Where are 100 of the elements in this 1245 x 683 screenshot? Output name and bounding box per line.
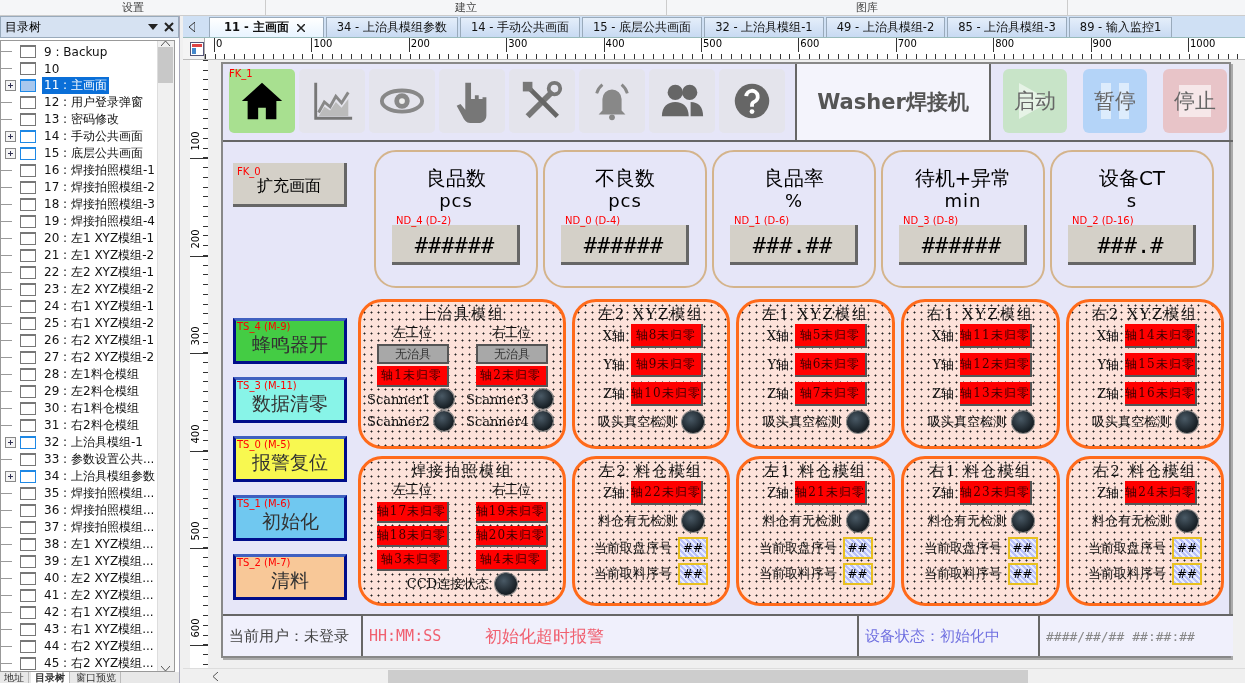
tree-item[interactable]: 37 : 焊接拍照模组...: [42, 519, 157, 536]
screen-tab[interactable]: 85 - 上治具模组-3: [947, 17, 1067, 37]
tree-item[interactable]: 38 : 左1 XYZ模组...: [42, 536, 156, 553]
panel-tab[interactable]: 窗口预览: [72, 672, 121, 683]
tree-item[interactable]: 26 : 右2 XYZ模组-1: [42, 332, 157, 349]
expand-toggle[interactable]: [5, 148, 16, 159]
indicator-lamp: [846, 411, 869, 433]
control-button[interactable]: 启动: [1003, 69, 1067, 133]
tree-item[interactable]: 10: [42, 61, 62, 76]
tree-item[interactable]: 45 : 右2 XYZ模组...: [42, 655, 156, 671]
tree-item[interactable]: 28 : 左1料仓模组: [42, 366, 141, 383]
tree-item[interactable]: 36 : 焊接拍照模组...: [42, 502, 157, 519]
axis-status-indicator: 轴13未归零: [960, 382, 1032, 406]
screen-tab[interactable]: 89 - 输入监控1: [1068, 17, 1173, 37]
tree-item[interactable]: 11 : 主画面: [42, 77, 109, 94]
numeric-display[interactable]: ###.##: [730, 225, 858, 265]
counter-label: 当前取盘序号: [594, 539, 672, 557]
screen-tab[interactable]: 14 - 手动公共画面: [459, 17, 580, 37]
tree-item[interactable]: 39 : 左1 XYZ模组...: [42, 553, 156, 570]
group-label: 建立: [455, 3, 477, 13]
tree-item[interactable]: 19 : 焊接拍照模组-4: [42, 213, 157, 230]
expand-toggle[interactable]: [5, 471, 16, 482]
dropdown-icon[interactable]: [148, 24, 158, 30]
tree-item[interactable]: 32 : 上治具模组-1: [42, 434, 145, 451]
axis-label: Z轴: [601, 385, 625, 403]
tree-item[interactable]: 17 : 焊接拍照模组-2: [42, 179, 157, 196]
screen-tab[interactable]: 49 - 上治具模组-2: [825, 17, 946, 37]
current-user: 当前用户：未登录: [229, 626, 349, 646]
tree-item[interactable]: 40 : 左2 XYZ模组...: [42, 570, 156, 587]
tree-item[interactable]: 23 : 左2 XYZ模组-2: [42, 281, 157, 298]
indicator-lamp: [495, 573, 518, 595]
axis-label: Z轴: [601, 484, 625, 502]
panel-tab[interactable]: 地址: [0, 672, 29, 683]
toolbar-button[interactable]: [719, 69, 785, 133]
indicator-lamp: [682, 411, 704, 433]
numeric-display[interactable]: ######: [561, 225, 689, 265]
tree-item[interactable]: 16 : 焊接拍照模组-1: [42, 162, 157, 179]
tree-item[interactable]: 30 : 右1料仓模组: [42, 400, 141, 417]
axis-status-indicator: 轴12未归零: [960, 353, 1032, 377]
tree-item[interactable]: 29 : 左2料仓模组: [42, 383, 141, 400]
indicator-lamp: [532, 411, 553, 431]
toolbar-button[interactable]: [229, 69, 295, 133]
expand-toggle[interactable]: [5, 80, 16, 91]
station-label: 左工位: [393, 324, 432, 342]
scrollbar-thumb[interactable]: [158, 47, 174, 83]
fixture-button[interactable]: 无治具: [475, 344, 548, 364]
tree-item[interactable]: 18 : 焊接拍照模组-3: [42, 196, 157, 213]
tree-item[interactable]: 33 : 参数设置公共...: [42, 451, 157, 468]
tree-item[interactable]: 42 : 右1 XYZ模组...: [42, 604, 156, 621]
axis-label: Z轴: [930, 385, 954, 403]
numeric-display[interactable]: ###.#: [1068, 225, 1196, 265]
panel-tab[interactable]: 目录树: [31, 672, 70, 683]
screen-tab[interactable]: 32 - 上治具模组-1: [704, 17, 824, 37]
screen-icon: [20, 385, 36, 398]
close-icon[interactable]: [296, 23, 305, 32]
object-tag: TS_4 (M-9): [237, 322, 291, 332]
object-tag: ND_1 (D-6): [734, 216, 790, 226]
tree-item[interactable]: 20 : 左1 XYZ模组-1: [42, 230, 157, 247]
clock-display: ##:##:##: [1132, 628, 1195, 644]
screen-tab[interactable]: 15 - 底层公共画面: [582, 17, 703, 37]
control-button[interactable]: 暂停: [1083, 69, 1147, 133]
expand-toggle[interactable]: [5, 131, 16, 142]
tree-item[interactable]: 34 : 上治具模组参数: [42, 468, 157, 485]
tree-item[interactable]: 27 : 右2 XYZ模组-2: [42, 349, 157, 366]
screen-icon: [20, 232, 36, 245]
scroll-down-icon[interactable]: [161, 666, 171, 671]
device-status: 设备状态：初始化中: [865, 626, 1000, 646]
object-tag: FK_0: [237, 167, 261, 177]
numeric-display[interactable]: ######: [392, 225, 520, 265]
screen-tab[interactable]: 34 - 上治具模组参数: [325, 17, 458, 37]
scrollbar[interactable]: [156, 41, 174, 671]
scroll-left-icon[interactable]: [213, 671, 218, 681]
scroll-left-icon[interactable]: [189, 21, 195, 32]
tree-item[interactable]: 9 : Backup: [42, 44, 110, 59]
numeric-display[interactable]: ######: [899, 225, 1027, 265]
screen-icon: [20, 521, 36, 534]
fixture-button[interactable]: 无治具: [376, 344, 449, 364]
control-button[interactable]: 停止: [1163, 69, 1227, 133]
ruler-label: 700: [897, 38, 917, 50]
screen-tab[interactable]: 11 - 主画面: [209, 17, 324, 37]
tree-item[interactable]: 14 : 手动公共画面: [42, 128, 145, 145]
tree-item[interactable]: 31 : 右2料仓模组: [42, 417, 141, 434]
screen-icon: [20, 436, 36, 449]
tree-item[interactable]: 25 : 右1 XYZ模组-2: [42, 315, 157, 332]
scroll-up-icon[interactable]: [161, 41, 171, 46]
tree-item[interactable]: 35 : 焊接拍照模组...: [42, 485, 157, 502]
expand-toggle[interactable]: [5, 437, 16, 448]
tree-item[interactable]: 43 : 右1 XYZ模组...: [42, 621, 156, 638]
tree-item[interactable]: 24 : 右1 XYZ模组-1: [42, 298, 157, 315]
close-icon[interactable]: [164, 22, 174, 32]
tree-item[interactable]: 13 : 密码修改: [42, 111, 121, 128]
tree-item[interactable]: 12 : 用户登录弹窗: [42, 94, 145, 111]
stat-unit: min: [944, 190, 982, 212]
tree-item[interactable]: 21 : 左1 XYZ模组-2: [42, 247, 157, 264]
ruler-label: 300: [190, 326, 201, 346]
tree-item[interactable]: 44 : 右2 XYZ模组...: [42, 638, 156, 655]
tree-item[interactable]: 15 : 底层公共画面: [42, 145, 145, 162]
ruler-settings-icon[interactable]: [190, 41, 204, 56]
tree-item[interactable]: 22 : 左2 XYZ模组-1: [42, 264, 157, 281]
tree-item[interactable]: 41 : 左2 XYZ模组...: [42, 587, 156, 604]
